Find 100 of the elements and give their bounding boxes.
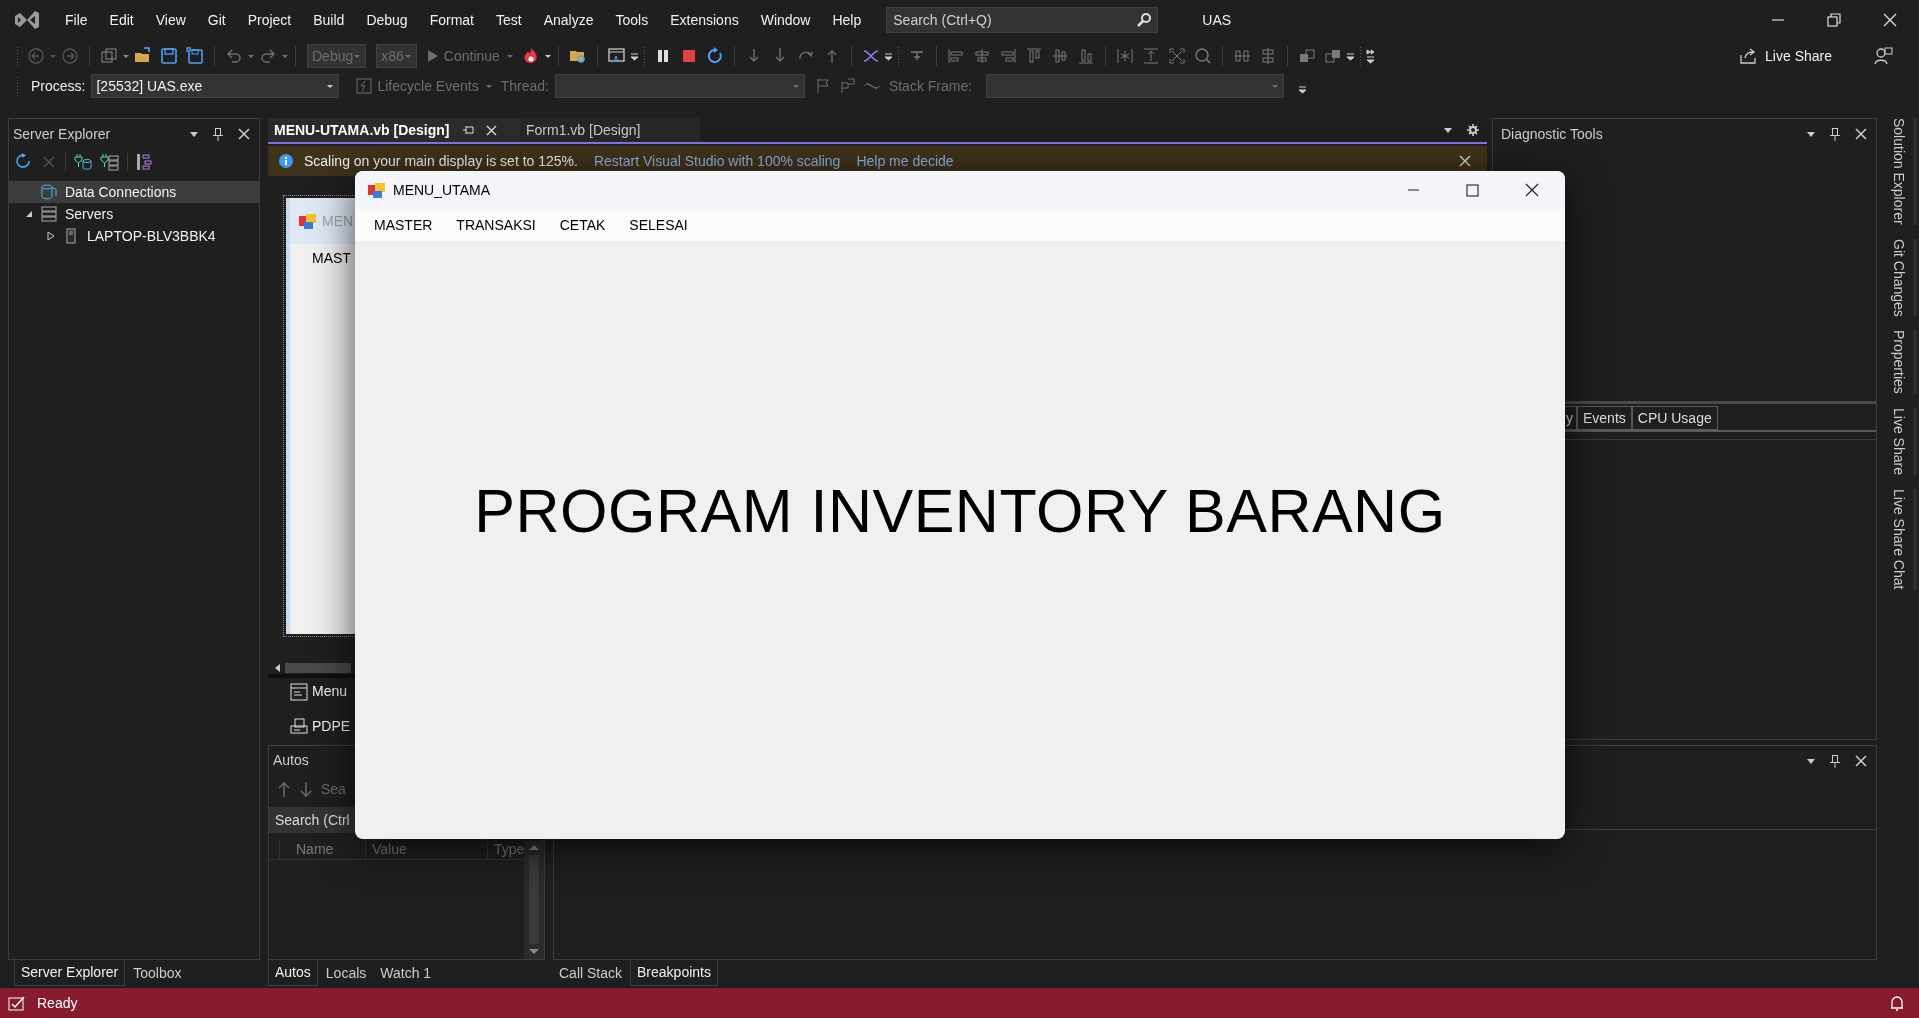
refresh-icon[interactable] (15, 153, 33, 171)
panel-tab[interactable]: Autos (268, 960, 318, 986)
align-middle-icon[interactable] (1050, 47, 1069, 65)
connect-server-icon[interactable] (100, 153, 119, 171)
bring-front-icon[interactable] (1297, 47, 1316, 65)
process-dropdown[interactable]: [25532] UAS.exe (91, 74, 340, 98)
scroll-down-icon[interactable] (528, 948, 541, 955)
live-share-button[interactable]: Live Share (1733, 43, 1838, 69)
expanded-icon[interactable] (24, 209, 34, 219)
main-nav-item[interactable]: Tools (604, 6, 660, 34)
pin-icon[interactable] (1828, 126, 1842, 142)
side-tab[interactable]: Live Share Chat (1885, 489, 1917, 590)
main-nav-item[interactable]: Format (418, 6, 485, 34)
window-title: MENU_UTAMA (393, 180, 490, 200)
window-icon[interactable] (607, 47, 626, 65)
maximize-icon[interactable] (1466, 183, 1479, 197)
bell-icon[interactable] (1889, 994, 1905, 1012)
panel-tab[interactable]: Call Stack (553, 960, 629, 986)
open-folder-icon[interactable] (134, 47, 152, 65)
pin-icon[interactable] (211, 126, 225, 142)
side-tab[interactable]: Live Share (1885, 408, 1917, 476)
scroll-up-icon[interactable] (528, 844, 541, 851)
pin-icon[interactable] (461, 124, 474, 136)
print-component[interactable]: PDPE (290, 716, 351, 737)
caret-icon (1271, 83, 1280, 89)
tree-item[interactable]: Data Connections (9, 181, 259, 203)
panel-tab[interactable]: Watch 1 (374, 960, 438, 986)
side-tab[interactable]: Properties (1885, 330, 1917, 395)
align-bottom-icon[interactable] (1076, 47, 1095, 65)
side-tab[interactable]: Solution Explorer (1885, 118, 1917, 225)
scroll-left-icon[interactable] (274, 663, 281, 673)
collapsed-icon[interactable] (46, 231, 56, 241)
overflow-icon[interactable] (1298, 84, 1308, 94)
main-nav-item[interactable]: Analyze (532, 6, 605, 34)
resize-icon[interactable] (1167, 47, 1186, 65)
main-nav-item[interactable]: Build (302, 6, 356, 34)
scrollbar-thumb[interactable] (285, 663, 351, 673)
restore-icon[interactable] (1827, 13, 1841, 27)
form-nav-item[interactable]: CETAK (547, 214, 618, 236)
panel-tab[interactable]: Breakpoints (630, 960, 718, 986)
main-nav-item[interactable]: Project (236, 6, 303, 34)
restart-icon[interactable] (705, 47, 724, 65)
feedback-icon[interactable] (1874, 47, 1893, 65)
panel-tab[interactable]: Locals (319, 960, 373, 986)
panel-tab[interactable]: Toolbox (127, 960, 188, 986)
document-tab[interactable]: MENU-UTAMA.vb [Design] (268, 118, 520, 142)
main-nav-item[interactable]: Edit (98, 6, 145, 34)
solution-name: UAS (1202, 10, 1232, 30)
caret-icon (403, 53, 412, 59)
side-tab[interactable]: Git Changes (1885, 238, 1917, 317)
document-tab[interactable]: Form1.vb [Design] (520, 118, 700, 142)
save-icon[interactable] (160, 47, 178, 65)
up-arrow-icon[interactable] (277, 780, 291, 798)
form-nav-item[interactable]: TRANSAKSI (444, 214, 548, 236)
send-back-icon[interactable] (1323, 47, 1342, 65)
close-icon[interactable] (1525, 183, 1539, 197)
main-nav-item[interactable]: View (144, 6, 197, 34)
main-nav-item[interactable]: Window (749, 6, 822, 34)
panel-tab[interactable]: Server Explorer (14, 960, 126, 986)
overflow-icon[interactable] (883, 51, 893, 61)
pin-icon[interactable] (1828, 753, 1842, 769)
search-icon (1136, 12, 1153, 28)
overflow-icon[interactable] (629, 51, 639, 61)
gear-icon[interactable] (1467, 124, 1479, 136)
main-nav-item[interactable]: Debug (355, 6, 419, 34)
spacing-icon[interactable] (1115, 47, 1134, 65)
panel-title: Server Explorer (13, 124, 111, 144)
diagnostic-tab[interactable]: Events (1577, 406, 1632, 430)
redo-icon[interactable] (259, 47, 277, 65)
menu-component[interactable]: Menu (290, 681, 348, 702)
info-link[interactable]: Restart Visual Studio with 100% scaling (593, 150, 841, 172)
main-nav-item[interactable]: Test (485, 6, 533, 34)
info-link[interactable]: Help me decide (856, 150, 954, 172)
thread-label: Thread: (500, 76, 549, 96)
undo-icon[interactable] (225, 47, 243, 65)
align-top-icon[interactable] (1024, 47, 1043, 65)
overflow-icon[interactable] (1345, 51, 1355, 61)
align-center-icon[interactable] (972, 47, 991, 65)
main-nav-item[interactable]: File (54, 6, 99, 34)
down-arrow-icon[interactable] (299, 780, 313, 798)
server-rack-icon (41, 206, 57, 222)
more-tools-icon[interactable] (1365, 48, 1375, 64)
align-right-icon[interactable] (998, 47, 1017, 65)
zoom-icon[interactable] (1193, 47, 1212, 65)
form-nav-item[interactable]: MASTER (362, 214, 445, 236)
scrollbar[interactable] (524, 840, 544, 959)
main-nav-item[interactable]: Help (821, 6, 873, 34)
new-project-icon[interactable] (100, 47, 118, 65)
save-all-icon[interactable] (186, 47, 204, 65)
center-horizontal-icon[interactable] (1232, 47, 1251, 65)
tree-item[interactable]: Servers (9, 203, 259, 225)
main-nav-item[interactable]: Extensions (659, 6, 750, 34)
tree-item[interactable]: LAPTOP-BLV3BBK4 (9, 225, 259, 247)
form-nav-item[interactable]: SELESAI (617, 214, 700, 236)
hierarchy-icon[interactable] (136, 153, 152, 171)
connect-database-icon[interactable] (74, 153, 92, 171)
align-left-icon[interactable] (946, 47, 965, 65)
diagnostic-tab[interactable]: CPU Usage (1631, 406, 1718, 430)
search-field[interactable]: Search (Ctrl+Q) (886, 7, 1159, 33)
main-nav-item[interactable]: Git (196, 6, 237, 34)
